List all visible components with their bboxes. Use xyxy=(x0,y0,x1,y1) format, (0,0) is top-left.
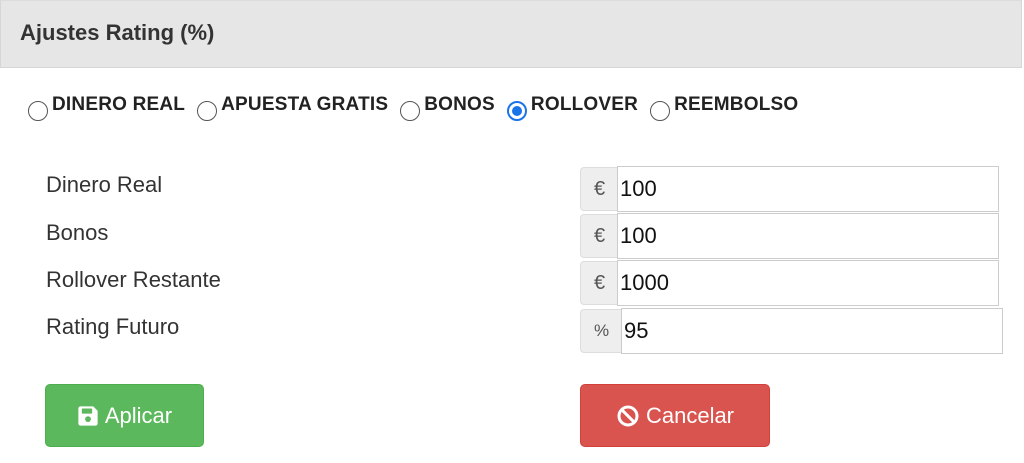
radio-option-rollover[interactable]: ROLLOVER xyxy=(506,94,639,121)
save-icon xyxy=(77,405,99,427)
radio-button-bonos[interactable] xyxy=(400,101,421,121)
rating-futuro-label: Rating Futuro xyxy=(46,314,180,339)
rating-futuro-input[interactable] xyxy=(621,308,1003,354)
radio-button-rollover[interactable] xyxy=(506,101,527,121)
radio-option-reembolso[interactable]: REEMBOLSO xyxy=(650,94,799,121)
bonos-input[interactable] xyxy=(617,213,999,259)
radio-label: DINERO REAL xyxy=(52,94,186,115)
rating-settings-panel: Ajustes Rating (%) DINERO REAL APUESTA G… xyxy=(0,0,1024,463)
mode-radio-group: DINERO REAL APUESTA GRATIS BONOS ROLLOVE… xyxy=(28,94,810,121)
apply-button[interactable]: Aplicar xyxy=(45,384,204,447)
radio-button-reembolso[interactable] xyxy=(650,101,671,121)
radio-option-bonos[interactable]: BONOS xyxy=(400,94,495,121)
bonos-label: Bonos xyxy=(46,220,109,245)
radio-label: ROLLOVER xyxy=(530,94,639,115)
radio-option-dinero-real[interactable]: DINERO REAL xyxy=(28,94,186,121)
radio-button-apuesta-gratis[interactable] xyxy=(197,101,218,121)
radio-label: REEMBOLSO xyxy=(674,94,799,115)
radio-label: BONOS xyxy=(424,94,495,115)
rollover-restante-input[interactable] xyxy=(617,260,999,306)
percent-addon: % xyxy=(580,309,622,353)
ban-icon xyxy=(616,404,640,428)
apply-button-label: Aplicar xyxy=(104,402,173,428)
panel-title: Ajustes Rating (%) xyxy=(20,20,215,45)
rollover-restante-label: Rollover Restante xyxy=(46,267,221,292)
cancel-button[interactable]: Cancelar xyxy=(580,384,770,447)
euro-addon: € xyxy=(580,167,618,211)
panel-header: Ajustes Rating (%) xyxy=(0,0,1022,68)
cancel-button-label: Cancelar xyxy=(645,402,735,428)
radio-label: APUESTA GRATIS xyxy=(221,94,389,115)
dinero-real-label: Dinero Real xyxy=(46,172,163,197)
radio-option-apuesta-gratis[interactable]: APUESTA GRATIS xyxy=(197,94,389,121)
euro-addon: € xyxy=(580,214,618,258)
dinero-real-input[interactable] xyxy=(617,166,999,212)
radio-button-dinero-real[interactable] xyxy=(28,101,48,121)
euro-addon: € xyxy=(580,261,618,305)
